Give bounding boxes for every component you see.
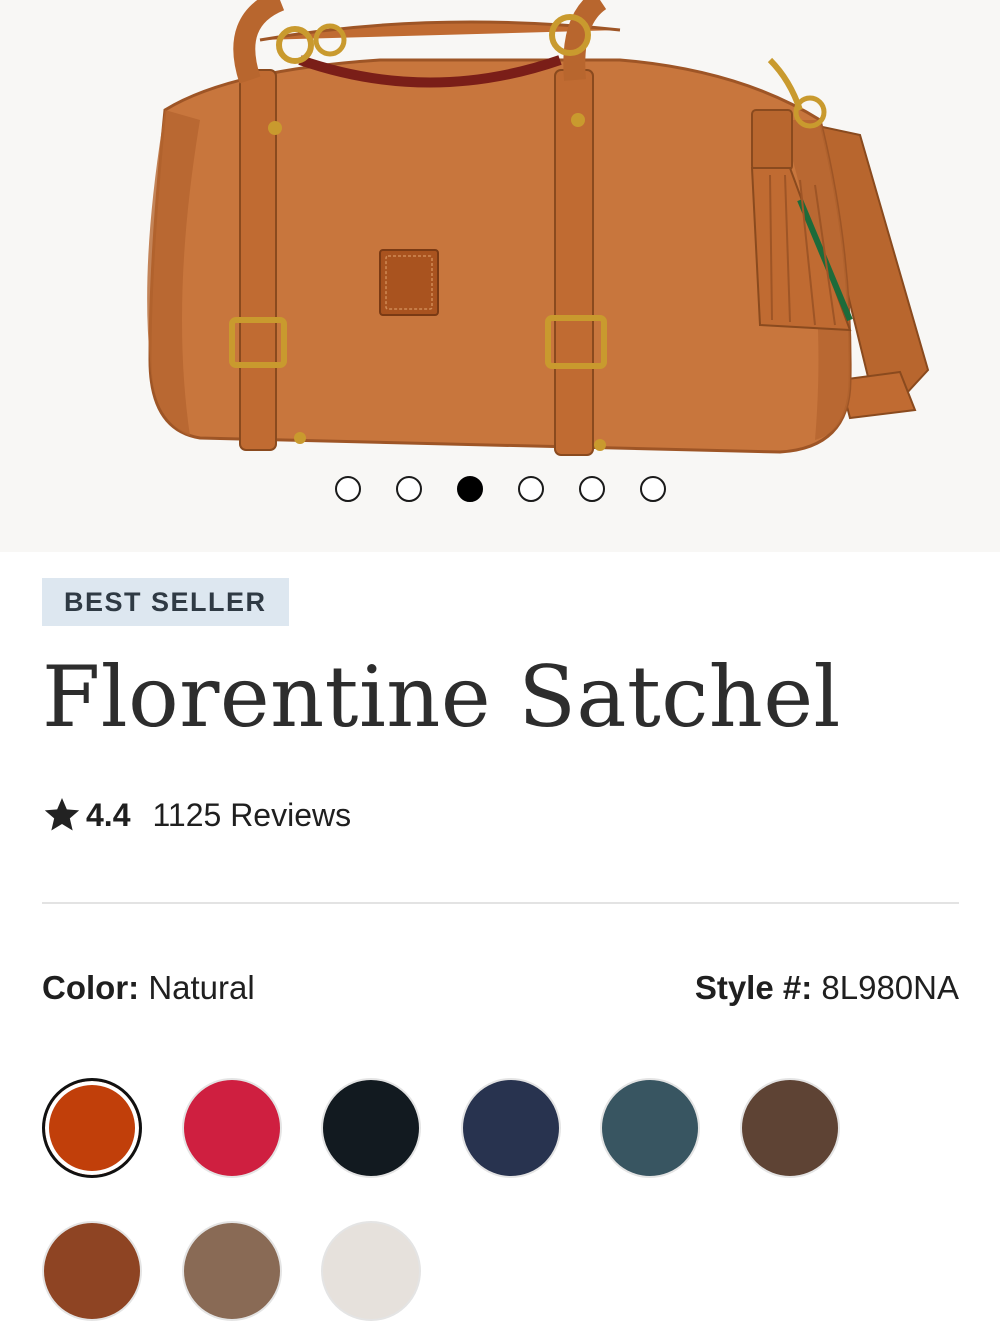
style-value: 8L980NA [821, 969, 959, 1006]
best-seller-badge: BEST SELLER [42, 578, 289, 626]
style-info: Style #: 8L980NA [695, 969, 959, 1007]
rating-value: 4.4 [86, 796, 131, 833]
black-swatch[interactable] [321, 1078, 421, 1178]
bone-swatch[interactable] [321, 1221, 421, 1321]
rating-summary: 4.4 1125 Reviews [42, 790, 351, 840]
color-label: Color: [42, 969, 140, 1006]
brown-swatch[interactable] [740, 1078, 840, 1178]
carousel-dot-2[interactable] [396, 476, 422, 502]
product-title: Florentine Satchel [42, 648, 841, 746]
color-info: Color: Natural [42, 969, 255, 1007]
natural-swatch[interactable] [42, 1078, 142, 1178]
carousel-dot-5[interactable] [579, 476, 605, 502]
carousel-dots [0, 476, 1000, 502]
color-swatches [42, 1078, 862, 1328]
teal-swatch[interactable] [600, 1078, 700, 1178]
carousel-dot-6[interactable] [640, 476, 666, 502]
navy-swatch[interactable] [461, 1078, 561, 1178]
carousel-dot-3[interactable] [457, 476, 483, 502]
product-image[interactable] [0, 0, 1000, 552]
chestnut-swatch[interactable] [42, 1221, 142, 1321]
carousel-dot-1[interactable] [335, 476, 361, 502]
color-value: Natural [148, 969, 255, 1006]
section-divider [42, 902, 959, 904]
star-icon [44, 798, 80, 831]
carousel-dot-4[interactable] [518, 476, 544, 502]
red-swatch[interactable] [182, 1078, 282, 1178]
product-image-gallery[interactable] [0, 0, 1000, 552]
style-label: Style #: [694, 969, 813, 1006]
color-style-row: Color: Natural Style #: 8L980NA [42, 966, 959, 1010]
reviews-link[interactable]: 1125 Reviews [152, 797, 351, 834]
taupe-swatch[interactable] [182, 1221, 282, 1321]
